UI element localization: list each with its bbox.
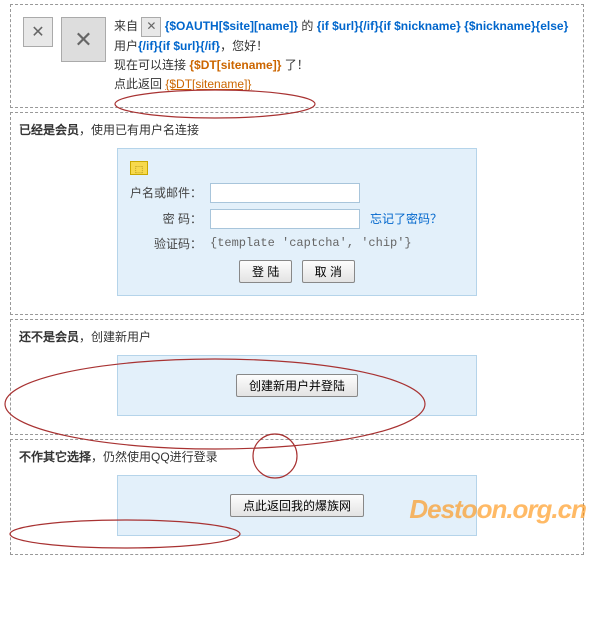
forgot-password-link[interactable]: 忘记了密码？ <box>370 210 442 227</box>
qq-title: 不作其它选择，仍然使用QQ进行登录 <box>19 448 575 465</box>
create-user-panel: 创建新用户并登陆 <box>117 355 477 416</box>
create-user-button[interactable]: 创建新用户并登陆 <box>236 374 358 397</box>
oauth-name-var: {$OAUTH[$site][name]} <box>165 19 298 33</box>
qq-return-panel: 点此返回我的爆族网 <box>117 475 477 536</box>
new-user-title: 还不是会员，创建新用户 <box>19 328 575 345</box>
cancel-button[interactable]: 取 消 <box>302 260 355 283</box>
return-site-link[interactable]: {$DT[sitename]} <box>165 77 251 91</box>
username-label: 户名或邮件： <box>130 184 210 201</box>
qq-return-button[interactable]: 点此返回我的爆族网 <box>230 494 364 517</box>
existing-member-title: 已经是会员，使用已有用户名连接 <box>19 121 575 138</box>
qq-login-section: 不作其它选择，仍然使用QQ进行登录 点此返回我的爆族网 <box>10 439 584 555</box>
password-label: 密 码： <box>130 210 210 227</box>
captcha-label: 验证码： <box>130 235 210 252</box>
login-button[interactable]: 登 陆 <box>239 260 292 283</box>
provider-icon-large: ✕ <box>61 17 106 62</box>
avatar-icon: ✕ <box>23 17 53 47</box>
provider-icon-small: ✕ <box>141 17 161 37</box>
captcha-template: {template 'captcha', 'chip'} <box>210 236 412 250</box>
sitename-var: {$DT[sitename]} <box>189 58 281 72</box>
password-input[interactable] <box>210 209 360 229</box>
greeting-text: 来自 ✕ {$OAUTH[$site][name]} 的 {if $url}{/… <box>114 17 571 95</box>
panel-icon: ⬚ <box>130 161 148 175</box>
new-user-section: 还不是会员，创建新用户 创建新用户并登陆 <box>10 319 584 435</box>
username-input[interactable] <box>210 183 360 203</box>
oauth-greeting-section: ✕ ✕ 来自 ✕ {$OAUTH[$site][name]} 的 {if $ur… <box>10 4 584 108</box>
existing-member-section: 已经是会员，使用已有用户名连接 ⬚ 户名或邮件： 密 码： 忘记了密码？ 验证码… <box>10 112 584 315</box>
login-panel: ⬚ 户名或邮件： 密 码： 忘记了密码？ 验证码： {template 'cap… <box>117 148 477 296</box>
